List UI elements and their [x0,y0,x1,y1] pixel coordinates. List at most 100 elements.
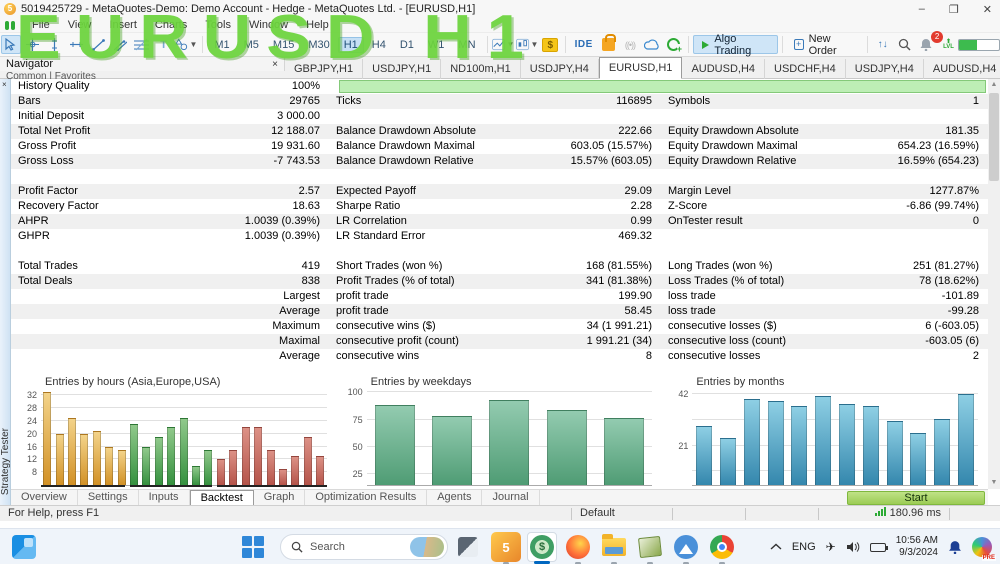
tester-tab-inputs[interactable]: Inputs [139,489,190,506]
stat-label: LR Correlation [336,215,407,227]
airplane-mode-icon[interactable]: ✈ [826,540,836,554]
search-icon[interactable] [895,35,915,54]
taskbar-app-file-explorer[interactable] [599,532,629,564]
menu-item-help[interactable]: Help [297,19,338,31]
timeframe-d1[interactable]: D1 [394,37,420,53]
chart-tab-audusd-h4[interactable]: AUDUSD,H4 [924,59,1000,79]
copilot-preview-icon[interactable]: PRE [972,537,996,561]
taskbar-app-firefox[interactable] [563,532,593,564]
signals-icon[interactable]: ((•)) [620,35,640,54]
search-daily-image[interactable] [410,537,444,557]
timeframe-w1[interactable]: W1 [422,37,451,53]
taskbar-search[interactable]: Search [280,534,448,560]
language-indicator[interactable]: ENG [792,541,816,553]
chart-tab-usdjpy-h1[interactable]: USDJPY,H1 [363,59,442,79]
market-lock-icon[interactable] [598,34,618,54]
fibonacci-tool-icon[interactable] [132,35,152,54]
timeframe-m15[interactable]: M15 [267,37,300,53]
trendline-tool-icon[interactable] [88,35,108,54]
widgets-icon[interactable] [12,535,36,559]
line-chart-type-icon[interactable]: ▼ [492,35,514,54]
timeframe-buttons: M1 M5 M15 M30 H1 H4 D1 W1 MN [207,36,482,53]
menu-item-tools[interactable]: Tools [196,19,240,31]
taskbar-app-metatrader5[interactable]: 5 [491,532,521,564]
timeframe-m5[interactable]: M5 [238,37,265,53]
community-globe-icon[interactable] [664,35,684,54]
battery-icon[interactable] [869,542,888,552]
clock[interactable]: 10:56 AM 9/3/2024 [896,535,938,559]
start-button[interactable]: Start [847,491,985,505]
menu-item-view[interactable]: View [59,19,101,31]
start-button-icon[interactable] [242,536,264,558]
crosshair-tool-icon[interactable] [23,35,43,54]
stats-cell-group: Balance Drawdown Absolute 222.66 [329,124,661,139]
task-view-icon[interactable] [458,537,478,557]
tester-tab-agents[interactable]: Agents [427,489,483,506]
taskbar-app-vpn[interactable] [671,532,701,564]
bar [43,392,52,485]
horizontal-line-tool-icon[interactable] [67,35,87,54]
ide-button[interactable]: IDE [571,35,596,54]
tester-tab-optimization-results[interactable]: Optimization Results [305,489,428,506]
navigator-panel-header: Navigator × [0,57,285,71]
taskbar-app-dictionary[interactable] [635,532,665,564]
notification-badge: 2 [931,31,944,43]
chart-tab-usdjpy-h4[interactable]: USDJPY,H4 [846,59,924,79]
stat-label: Balance Drawdown Absolute [336,125,477,137]
new-order-button[interactable]: + New Order [787,33,863,57]
taskbar-app-chrome[interactable] [707,532,737,564]
cloud-icon[interactable] [642,35,662,54]
status-profile[interactable]: Default [572,506,672,522]
timeframe-h1[interactable]: H1 [337,36,364,53]
maximize-button[interactable]: ❐ [949,3,959,16]
scrollbar-thumb[interactable] [989,93,999,181]
scroll-up-icon[interactable]: ▲ [988,79,1000,91]
volume-icon[interactable] [846,541,860,553]
text-tool-icon[interactable]: T [154,35,174,54]
trade-levels-icon[interactable]: ↑↓ [873,35,893,54]
chart-tab-nd100m-h1[interactable]: ND100m,H1 [441,59,521,79]
tester-tab-backtest[interactable]: Backtest [189,489,254,506]
taskbar-app-metatester[interactable]: $ [527,532,557,564]
minimize-button[interactable]: – [919,3,925,15]
tray-chevron-up-icon[interactable] [770,543,782,551]
cursor-tool-icon[interactable] [1,35,21,54]
tester-close-icon[interactable]: × [2,80,7,89]
shapes-tool-icon[interactable]: ▼ [175,35,197,54]
timeframe-m30[interactable]: M30 [302,37,335,53]
tester-tab-overview[interactable]: Overview [11,489,78,506]
candlestick-chart-type-icon[interactable]: ▼ [516,35,538,54]
bar [80,433,89,485]
notification-center-bell-icon[interactable] [948,540,962,554]
chart-tab-audusd-h4[interactable]: AUDUSD,H4 [682,59,766,79]
vertical-scrollbar[interactable]: ▲ ▼ [988,79,1000,489]
stats-cell-group: loss trade -101.89 [661,289,988,304]
chart-tab-gbpjpy-h1[interactable]: GBPJPY,H1 [285,59,364,79]
stat-label [11,349,18,364]
chart-tab-eurusd-h1[interactable]: EURUSD,H1 [598,57,683,79]
menu-item-insert[interactable]: Insert [100,19,146,31]
pre-badge: PRE [981,555,996,561]
vertical-line-tool-icon[interactable] [45,35,65,54]
tester-tab-journal[interactable]: Journal [482,489,540,506]
menu-item-file[interactable]: File [23,19,59,31]
chart-tab-usdjpy-h4[interactable]: USDJPY,H4 [521,59,599,79]
tester-tab-settings[interactable]: Settings [78,489,139,506]
tester-tab-graph[interactable]: Graph [254,489,306,506]
timeframe-mn[interactable]: MN [452,37,481,53]
bar [958,393,974,485]
stat-value: 2 [972,350,979,362]
navigator-close-icon[interactable]: × [272,59,278,70]
scroll-down-icon[interactable]: ▼ [988,477,1000,489]
menu-item-window[interactable]: Window [240,19,297,31]
chart-tab-usdchf-h4[interactable]: USDCHF,H4 [765,59,846,79]
channel-tool-icon[interactable] [110,35,130,54]
notifications-bell-icon[interactable]: 2 [916,31,944,54]
menu-item-charts[interactable]: Charts [146,19,196,31]
navigator-subtabs[interactable]: Common | Favorites [6,71,276,79]
dollar-icon[interactable]: $ [540,35,560,54]
close-button[interactable]: ✕ [983,3,992,16]
timeframe-m1[interactable]: M1 [208,37,235,53]
timeframe-h4[interactable]: H4 [366,37,392,53]
algo-trading-button[interactable]: Algo Trading [693,33,778,57]
